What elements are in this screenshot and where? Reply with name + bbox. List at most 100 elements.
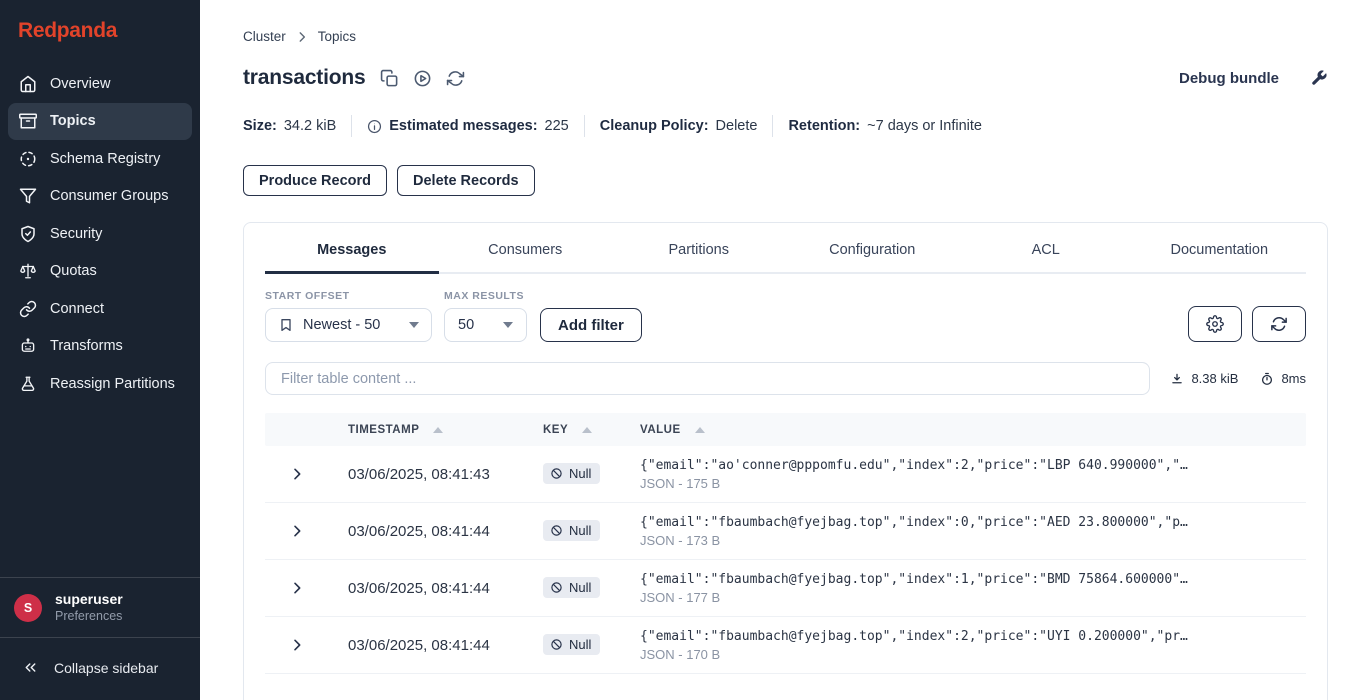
null-badge: Null xyxy=(543,520,601,541)
refresh-icon[interactable] xyxy=(446,69,465,88)
payload-size-indicator: 8.38 kiB 8ms xyxy=(1170,371,1306,386)
ban-icon xyxy=(551,639,562,650)
sidebar-item-label: Quotas xyxy=(50,263,97,279)
sidebar-item-label: Topics xyxy=(50,113,96,129)
divider xyxy=(772,115,774,137)
play-circle-icon[interactable] xyxy=(413,69,432,88)
page-title: transactions xyxy=(243,66,366,89)
funnel-icon xyxy=(19,187,37,205)
start-offset-value: Newest - 50 xyxy=(303,317,381,333)
tab-partitions[interactable]: Partitions xyxy=(612,223,786,274)
wrench-icon[interactable] xyxy=(1310,69,1328,87)
column-label: VALUE xyxy=(640,423,681,436)
breadcrumb-topics[interactable]: Topics xyxy=(318,29,356,44)
stat-label: Retention: xyxy=(788,118,861,134)
max-results-group: MAX RESULTS 50 xyxy=(444,290,527,342)
value-cell: {"email":"ao'conner@pppomfu.edu","index"… xyxy=(627,457,1306,492)
ban-icon xyxy=(551,468,562,479)
ban-icon xyxy=(551,582,562,593)
tab-configuration[interactable]: Configuration xyxy=(786,223,960,274)
filter-table-input[interactable] xyxy=(265,362,1151,395)
copy-icon[interactable] xyxy=(380,69,399,88)
sort-asc-icon xyxy=(433,426,444,433)
table-header: TIMESTAMP KEY VALUE xyxy=(265,413,1306,446)
messages-table: TIMESTAMP KEY VALUE 03/06/2025, 08:41:43 xyxy=(265,413,1306,674)
redpanda-logo[interactable]: Redpanda xyxy=(18,19,184,43)
row-expand-button[interactable] xyxy=(265,637,329,653)
topic-actions: Produce Record Delete Records xyxy=(243,165,1328,196)
value-cell: {"email":"fbaumbach@fyejbag.top","index"… xyxy=(627,514,1306,549)
sidebar-item-overview[interactable]: Overview xyxy=(8,65,192,102)
column-header-key[interactable]: KEY xyxy=(527,424,627,436)
message-controls: START OFFSET Newest - 50 MAX RESULTS 50 xyxy=(265,290,1306,342)
sidebar-item-transforms[interactable]: Transforms xyxy=(8,328,192,365)
column-header-value[interactable]: VALUE xyxy=(627,424,1306,436)
offset-flag-icon xyxy=(278,317,294,333)
stat-size: Size: 34.2 kiB xyxy=(243,118,336,134)
key-cell: Null xyxy=(527,520,627,542)
sort-asc-icon xyxy=(582,426,593,433)
value-json: {"email":"ao'conner@pppomfu.edu","index"… xyxy=(640,457,1188,473)
sidebar: Redpanda Overview Topics Schema Registry… xyxy=(0,0,200,700)
breadcrumb-cluster[interactable]: Cluster xyxy=(243,29,286,44)
chevron-right-icon xyxy=(294,639,301,651)
tab-documentation[interactable]: Documentation xyxy=(1133,223,1307,274)
sidebar-item-label: Consumer Groups xyxy=(50,188,169,204)
value-cell: {"email":"fbaumbach@fyejbag.top","index"… xyxy=(627,571,1306,606)
column-header-timestamp[interactable]: TIMESTAMP xyxy=(329,424,527,436)
collapse-sidebar-button[interactable]: Collapse sidebar xyxy=(0,638,200,700)
settings-button[interactable] xyxy=(1188,306,1242,342)
delete-records-button[interactable]: Delete Records xyxy=(397,165,535,196)
start-offset-select[interactable]: Newest - 50 xyxy=(265,308,432,342)
start-offset-label: START OFFSET xyxy=(265,290,350,302)
tab-messages[interactable]: Messages xyxy=(265,223,439,274)
key-label: Null xyxy=(569,580,592,595)
sidebar-item-security[interactable]: Security xyxy=(8,215,192,252)
chevron-right-icon xyxy=(295,30,309,44)
debug-bundle-link[interactable]: Debug bundle xyxy=(1179,70,1279,87)
sidebar-item-label: Reassign Partitions xyxy=(50,375,175,392)
timestamp-cell: 03/06/2025, 08:41:44 xyxy=(348,636,490,654)
topic-stats: Size: 34.2 kiB Estimated messages: 225 C… xyxy=(243,115,1328,137)
sidebar-item-schema-registry[interactable]: Schema Registry xyxy=(8,140,192,177)
produce-record-button[interactable]: Produce Record xyxy=(243,165,387,196)
sidebar-item-label: Overview xyxy=(50,75,111,92)
start-offset-group: START OFFSET Newest - 50 xyxy=(265,290,432,342)
sidebar-item-consumer-groups[interactable]: Consumer Groups xyxy=(8,178,192,215)
robot-icon xyxy=(19,337,37,355)
tab-acl[interactable]: ACL xyxy=(959,223,1133,274)
stat-value: 225 xyxy=(544,118,569,134)
sidebar-item-label: Transforms xyxy=(50,338,123,354)
column-label: TIMESTAMP xyxy=(348,423,420,436)
chevron-right-icon xyxy=(294,468,301,480)
key-cell: Null xyxy=(527,634,627,656)
row-expand-button[interactable] xyxy=(265,580,329,596)
row-expand-button[interactable] xyxy=(265,523,329,539)
tab-consumers[interactable]: Consumers xyxy=(439,223,613,274)
sidebar-item-quotas[interactable]: Quotas xyxy=(8,253,192,290)
stat-label: Cleanup Policy: xyxy=(599,118,709,134)
null-badge: Null xyxy=(543,463,601,484)
shield-check-icon xyxy=(19,225,37,243)
user-info: superuser Preferences xyxy=(55,591,123,624)
chevron-down-icon xyxy=(503,322,513,328)
sidebar-item-topics[interactable]: Topics xyxy=(8,102,192,140)
max-results-select[interactable]: 50 xyxy=(444,308,527,342)
elapsed-time: 8ms xyxy=(1281,371,1306,386)
preferences-link[interactable]: Preferences xyxy=(55,608,123,624)
payload-size: 8.38 kiB xyxy=(1191,371,1239,386)
table-row: 03/06/2025, 08:41:43 Null {"email":"ao'c… xyxy=(265,446,1306,503)
avatar: S xyxy=(14,593,42,622)
stat-label: Size: xyxy=(243,118,277,134)
add-filter-button[interactable]: Add filter xyxy=(540,308,642,342)
title-row: transactions Debug bundle xyxy=(243,66,1328,90)
key-label: Null xyxy=(569,466,592,481)
user-menu[interactable]: S superuser Preferences xyxy=(0,577,200,638)
stopwatch-icon xyxy=(1260,372,1274,386)
row-expand-button[interactable] xyxy=(265,466,329,482)
divider xyxy=(351,115,353,137)
stat-cleanup-policy: Cleanup Policy: Delete xyxy=(600,118,758,134)
sidebar-item-connect[interactable]: Connect xyxy=(8,290,192,327)
refresh-messages-button[interactable] xyxy=(1252,306,1306,342)
sidebar-item-reassign-partitions[interactable]: Reassign Partitions xyxy=(8,365,192,402)
